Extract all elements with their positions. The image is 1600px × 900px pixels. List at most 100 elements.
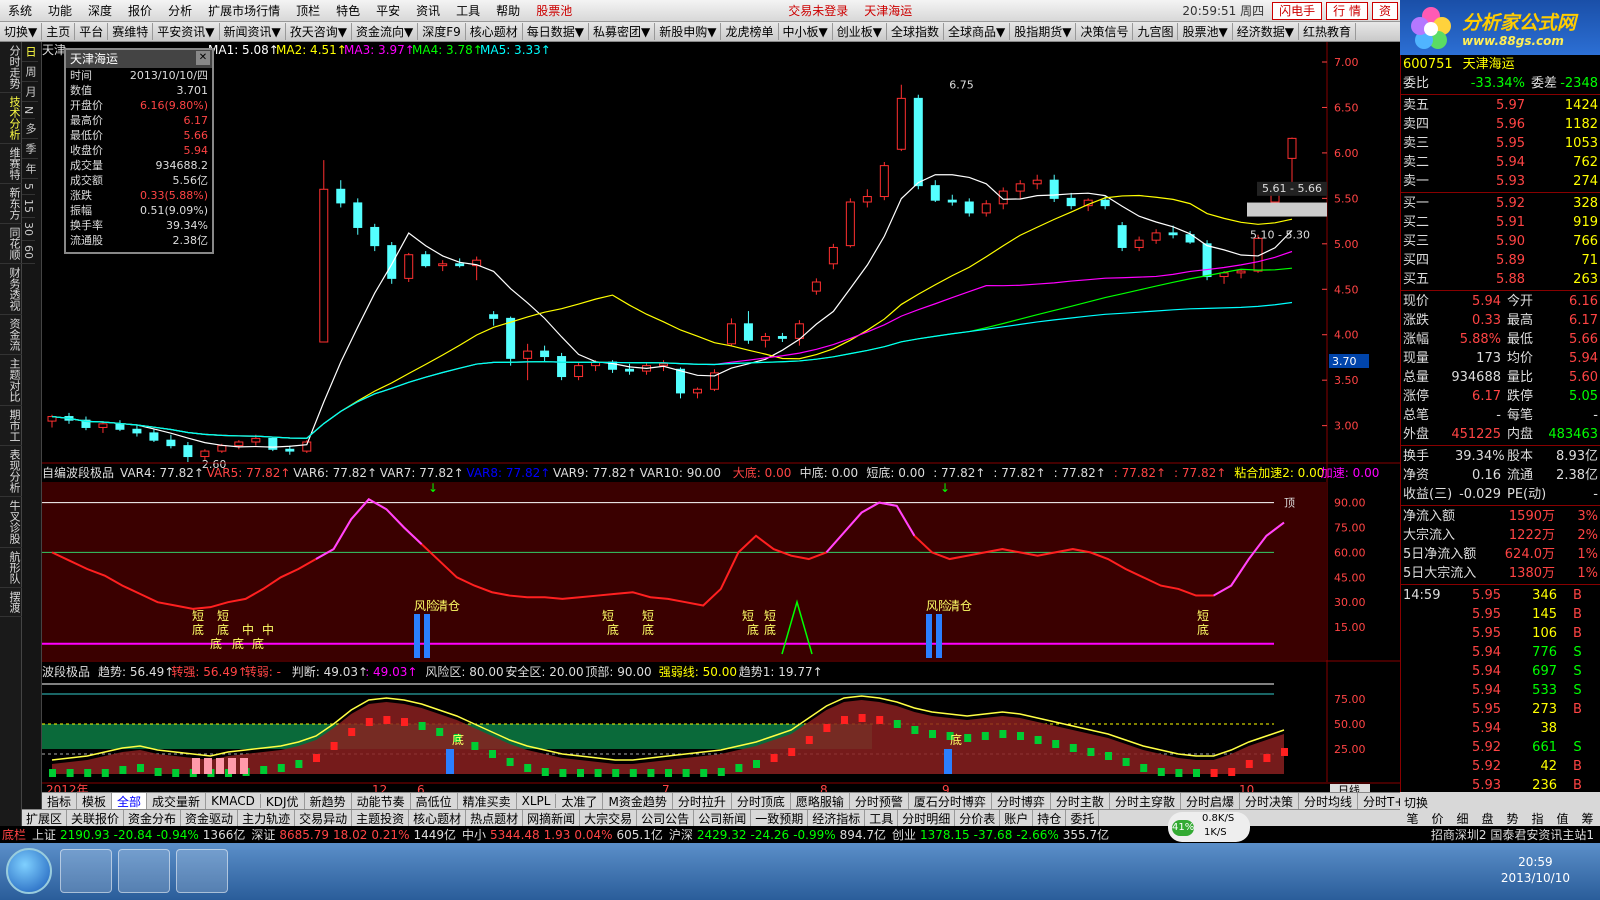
right-tab[interactable]: 指 (1531, 810, 1543, 827)
toolbar-item[interactable]: 新闻资讯▼ (220, 23, 286, 40)
toolbar-item[interactable]: 新股申购▼ (655, 23, 722, 40)
period-tab[interactable]: 15 (22, 195, 35, 219)
toolbar-item[interactable]: 平台 (75, 23, 109, 40)
indicator-tab[interactable]: 愿略服输 (791, 793, 850, 809)
ask-row[interactable]: 卖一 5.93 274 (1401, 172, 1600, 191)
extension-tab[interactable]: 账户 (1000, 810, 1034, 826)
extension-tab[interactable]: 工具 (865, 810, 899, 826)
left-tab[interactable]: 技术分析 (0, 93, 22, 144)
info-popup[interactable]: 天津海运 ✕ 时间 2013/10/10/四 数值 3.701 开盘价 6.16(9.80%… (64, 48, 214, 254)
toolbar-item[interactable]: 全球商品▼ (944, 23, 1011, 40)
bid-row[interactable]: 买一 5.92 328 (1401, 194, 1600, 213)
toolbar-item[interactable]: 中小板▼ (779, 23, 833, 40)
indicator-tab[interactable]: 高低位 (411, 793, 458, 809)
indicator-tab[interactable]: KMACD (206, 794, 261, 808)
indicator-tab[interactable]: 分时决策 (1240, 793, 1299, 809)
period-tab[interactable]: 日 (22, 42, 38, 62)
right-tab[interactable]: 势 (1506, 810, 1518, 827)
toolbar-item[interactable]: 孜天咨询▼ (286, 23, 352, 40)
left-tab[interactable]: 分时走势 (0, 42, 22, 93)
right-tab[interactable]: 值 (1556, 810, 1568, 827)
extension-tab[interactable]: 公司新闻 (694, 810, 752, 826)
quote-button[interactable]: 行 情 (1326, 1, 1368, 20)
toolbar-item[interactable]: 九宫图 (1133, 23, 1179, 40)
start-button[interactable] (6, 848, 52, 894)
right-tab[interactable]: 盘 (1481, 810, 1493, 827)
indicator-tab[interactable]: 厦石分时博弈 (909, 793, 992, 809)
period-tab[interactable]: 5 (22, 179, 35, 196)
kline-chart[interactable]: 7.00 6.50 6.00 5.50 5.00 4.50 4.00 3.50 3.00 天津 MA… (42, 42, 1400, 797)
extension-tab[interactable]: 扩展区 (22, 810, 68, 826)
menu-ext-market[interactable]: 扩展市场行情 (200, 2, 288, 19)
taskbar-app-ie[interactable] (60, 849, 112, 893)
extension-tab[interactable]: 资金驱动 (181, 810, 239, 826)
indicator-tab[interactable]: XLPL (517, 794, 557, 808)
left-tab[interactable]: 摆渡 (0, 588, 22, 617)
toolbar-item[interactable]: 股指期货▼ (1010, 23, 1077, 40)
period-tab[interactable]: 月 (22, 82, 38, 102)
left-tab[interactable]: 财务透视 (0, 264, 22, 315)
bid-row[interactable]: 买四 5.89 71 (1401, 251, 1600, 270)
toolbar-item[interactable]: 核心题材 (466, 23, 523, 40)
ask-row[interactable]: 卖二 5.94 762 (1401, 153, 1600, 172)
extension-tab[interactable]: 公司公告 (637, 810, 695, 826)
indicator-tab[interactable]: 分时博弈 (992, 793, 1051, 809)
indicator-tab[interactable]: 太准了 (556, 793, 604, 809)
extension-tab[interactable]: 交易异动 (295, 810, 353, 826)
menu-stock-pool[interactable]: 股票池 (528, 2, 580, 19)
right-tab[interactable]: 细 (1456, 810, 1468, 827)
chart-area[interactable]: 7.00 6.50 6.00 5.50 5.00 4.50 4.00 3.50 3.00 天津 MA… (42, 42, 1400, 797)
period-tab[interactable]: 周 (22, 62, 38, 82)
toolbar-item[interactable]: 经济数据▼ (1233, 23, 1299, 40)
extension-tab[interactable]: 大宗交易 (580, 810, 638, 826)
indicator-tab[interactable]: KDJ优 (261, 793, 305, 809)
right-tab[interactable]: 筹 (1581, 810, 1593, 827)
extension-tab[interactable]: 分时明细 (898, 810, 956, 826)
menu-quote[interactable]: 报价 (120, 2, 160, 19)
toolbar-item[interactable]: 私募密团▼ (589, 23, 656, 40)
toolbar-item[interactable]: 深度F9 (418, 23, 466, 40)
extension-tab[interactable]: 持仓 (1033, 810, 1067, 826)
period-tab[interactable]: 多 (22, 119, 38, 140)
trade-status[interactable]: 交易未登录 (780, 2, 856, 19)
left-tab[interactable]: 主题对比 (0, 355, 22, 406)
menu-news[interactable]: 资讯 (408, 2, 448, 19)
menu-function[interactable]: 功能 (40, 2, 80, 19)
indicator-tab[interactable]: 分时主散 (1051, 793, 1110, 809)
indicator-tab[interactable]: 分时T+0 (1358, 793, 1400, 809)
menu-topbar[interactable]: 顶栏 (288, 2, 328, 19)
bid-row[interactable]: 买三 5.90 766 (1401, 232, 1600, 251)
ask-row[interactable]: 卖五 5.97 1424 (1401, 96, 1600, 115)
left-tab[interactable]: 维赛特 (0, 144, 22, 184)
switch-button[interactable]: 切换 (1404, 794, 1428, 811)
tray-clock[interactable]: 20:59 2013/10/10 (1501, 854, 1570, 886)
indicator-tab[interactable]: 分时拉升 (673, 793, 732, 809)
ask-row[interactable]: 卖三 5.95 1053 (1401, 134, 1600, 153)
info-button[interactable]: 资 (1371, 1, 1398, 20)
extension-tab[interactable]: 主题投资 (352, 810, 410, 826)
toolbar-item[interactable]: 红热教育 (1299, 23, 1356, 40)
period-tab[interactable]: N (22, 102, 35, 120)
menu-depth[interactable]: 深度 (80, 2, 120, 19)
indicator-tab[interactable]: 分时预警 (850, 793, 909, 809)
indicator-tab[interactable]: M资金趋势 (603, 793, 673, 809)
menu-tools[interactable]: 工具 (448, 2, 488, 19)
extension-tab[interactable]: 网摘新闻 (523, 810, 581, 826)
indicator-tab[interactable]: 精准买卖 (458, 793, 517, 809)
taskbar-app-folder[interactable] (176, 849, 228, 893)
indicator-tab[interactable]: 指标 (42, 793, 78, 809)
extension-tab[interactable]: 分价表 (955, 810, 1001, 826)
toolbar-item[interactable]: 主页 (42, 23, 76, 40)
toolbar-item[interactable]: 创业板▼ (833, 23, 887, 40)
bid-row[interactable]: 买二 5.91 919 (1401, 213, 1600, 232)
indicator-tab[interactable]: 新趋势 (305, 793, 352, 809)
toolbar-item[interactable]: 龙虎榜单 (721, 23, 779, 40)
close-icon[interactable]: ✕ (196, 51, 210, 65)
period-tab[interactable]: 年 (22, 159, 38, 180)
period-tab[interactable]: 季 (22, 139, 38, 160)
bid-row[interactable]: 买五 5.88 263 (1401, 270, 1600, 289)
indicator-tab[interactable]: 分时顶底 (732, 793, 791, 809)
toolbar-item[interactable]: 赛维特 (108, 23, 154, 40)
period-tab[interactable]: 30 (22, 218, 35, 242)
extension-tab[interactable]: 热点题材 (466, 810, 524, 826)
